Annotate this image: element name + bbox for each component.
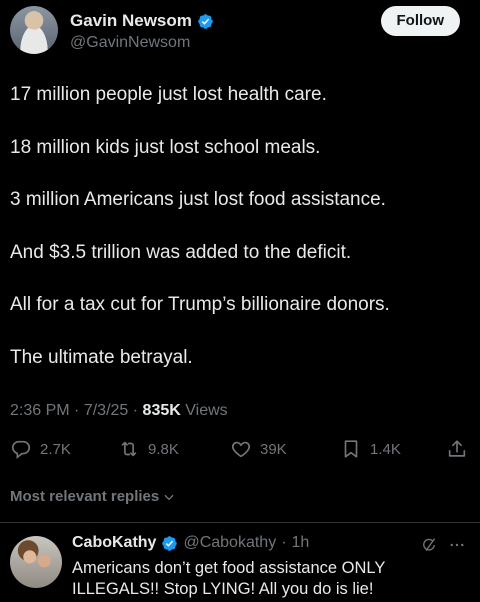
bookmark-button[interactable]: 1.4K bbox=[340, 438, 401, 460]
reply-icon bbox=[11, 440, 31, 459]
like-count: 39K bbox=[260, 440, 287, 458]
reply-item[interactable]: CaboKathy @Cabokathy · 1h Americans don’… bbox=[10, 534, 470, 602]
post-text: 17 million people just lost health care.… bbox=[10, 82, 470, 397]
reply-icons bbox=[420, 536, 466, 554]
reply-count: 2.7K bbox=[40, 440, 71, 458]
repost-button[interactable]: 9.8K bbox=[118, 438, 179, 460]
post-line: 17 million people just lost health care. bbox=[10, 84, 327, 105]
verified-badge-icon bbox=[198, 13, 213, 29]
post-date[interactable]: 7/3/25 bbox=[84, 402, 128, 419]
bookmark-icon bbox=[344, 440, 358, 458]
meta-separator: · bbox=[281, 534, 287, 551]
chevron-down-icon bbox=[164, 494, 174, 500]
action-bar: 2.7K 9.8K 39K 1.4K bbox=[10, 438, 470, 466]
reply-button[interactable]: 2.7K bbox=[10, 438, 71, 460]
reply-avatar[interactable] bbox=[10, 536, 62, 588]
like-button[interactable]: 39K bbox=[230, 438, 287, 460]
heart-icon bbox=[231, 441, 251, 458]
post-line: All for a tax cut for Trump’s billionair… bbox=[10, 294, 390, 315]
views-label: Views bbox=[185, 402, 228, 419]
divider bbox=[0, 522, 480, 523]
author-handle[interactable]: @GavinNewsom bbox=[70, 34, 190, 52]
repost-icon bbox=[121, 441, 137, 457]
author-display-name[interactable]: Gavin Newsom bbox=[70, 11, 192, 31]
meta-separator: · bbox=[132, 402, 143, 419]
more-options-icon[interactable] bbox=[448, 536, 466, 554]
reply-age[interactable]: 1h bbox=[292, 534, 310, 552]
post-line: 3 million Americans just lost food assis… bbox=[10, 189, 386, 210]
replies-sort-dropdown[interactable]: Most relevant replies bbox=[10, 488, 176, 505]
replies-sort-label: Most relevant replies bbox=[10, 488, 160, 505]
reply-header: CaboKathy @Cabokathy · 1h bbox=[72, 534, 309, 552]
post-header: Gavin Newsom @GavinNewsom Follow bbox=[10, 6, 470, 56]
views-count[interactable]: 835K bbox=[143, 402, 181, 419]
reply-display-name[interactable]: CaboKathy bbox=[72, 534, 156, 552]
reply-handle[interactable]: @Cabokathy bbox=[183, 534, 276, 552]
post-line: 18 million kids just lost school meals. bbox=[10, 136, 321, 158]
meta-separator: · bbox=[74, 402, 84, 419]
grok-icon[interactable] bbox=[420, 536, 438, 554]
post-time[interactable]: 2:36 PM bbox=[10, 402, 70, 419]
post-line: And $3.5 trillion was added to the defic… bbox=[10, 241, 352, 263]
post-line: The ultimate betrayal. bbox=[10, 346, 193, 368]
follow-button[interactable]: Follow bbox=[380, 6, 460, 36]
author-name-row: Gavin Newsom bbox=[70, 11, 214, 31]
share-button[interactable] bbox=[446, 438, 468, 460]
verified-badge-icon bbox=[162, 535, 178, 551]
share-icon bbox=[448, 440, 466, 457]
reply-text: Americans don’t get food assistance ONLY… bbox=[72, 559, 386, 598]
repost-count: 9.8K bbox=[148, 440, 179, 458]
author-avatar[interactable] bbox=[10, 6, 58, 54]
bookmark-count: 1.4K bbox=[370, 440, 401, 458]
post-meta: 2:36 PM · 7/3/25 · 835K Views bbox=[10, 402, 228, 420]
